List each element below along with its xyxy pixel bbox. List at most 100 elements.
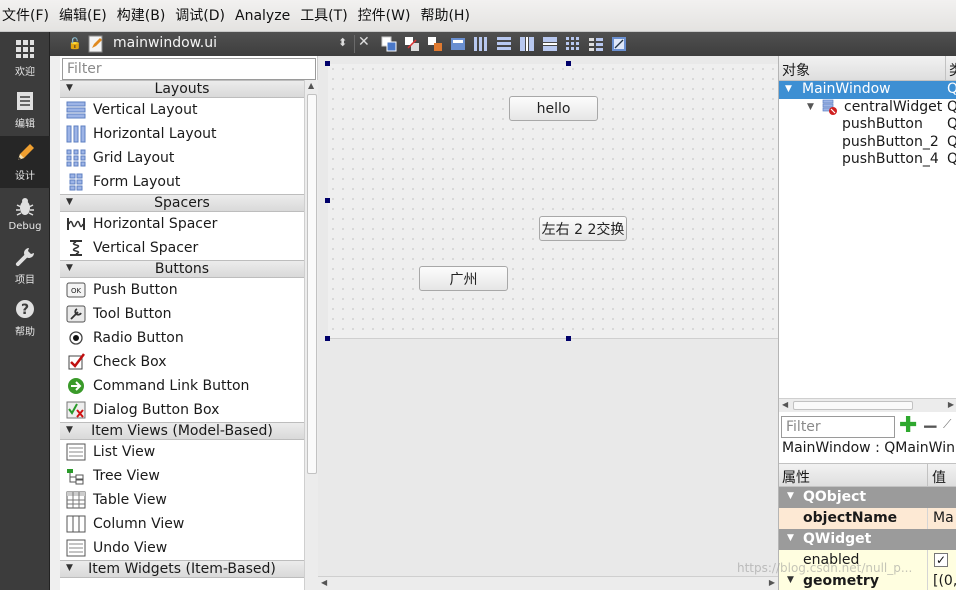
layout-form-icon[interactable] [587,35,605,53]
layout-vertical-icon[interactable] [495,35,513,53]
objectname-value[interactable]: Ma [933,510,954,526]
layout-splitter-h-icon[interactable] [518,35,536,53]
property-editor: ✚ − ⟋ MainWindow : QMainWin... 属性 值 ▼ QO… [778,414,956,590]
form-button-guangzhou[interactable]: 广州 [419,266,508,291]
widget-tree-view[interactable]: Tree View [60,464,304,488]
geometry-value[interactable]: [(0, [933,573,956,589]
layout-splitter-v-icon[interactable] [541,35,559,53]
form-button-swap[interactable]: 左右 2 2交换 [539,216,627,241]
add-dynamic-property-icon[interactable]: ✚ [899,414,919,438]
widget-check-box[interactable]: Check Box [60,350,304,374]
widget-undo-view[interactable]: Undo View [60,536,304,560]
edit-buddies-icon[interactable] [426,35,444,53]
resize-handle[interactable] [566,336,571,341]
property-filter-input[interactable] [781,416,895,438]
document-title[interactable]: mainwindow.ui [113,35,217,51]
edit-signals-icon[interactable] [403,35,421,53]
menu-file[interactable]: 文件(F) [0,0,57,32]
widget-column-view[interactable]: Column View [60,512,304,536]
widget-table-view[interactable]: Table View [60,488,304,512]
edit-widgets-icon[interactable] [380,35,398,53]
menu-widgets[interactable]: 控件(W) [356,0,419,32]
widget-grid-layout[interactable]: Grid Layout [60,146,304,170]
scrollbar-thumb[interactable] [793,401,913,410]
widget-radio-button[interactable]: Radio Button [60,326,304,350]
collapse-arrow-icon[interactable]: ▼ [787,533,794,543]
widget-vertical-layout[interactable]: Vertical Layout [60,98,304,122]
column-property[interactable]: 属性 [782,467,810,487]
category-buttons[interactable]: ▼ Buttons [60,260,304,278]
property-row-enabled[interactable]: enabled ✓ [779,550,956,571]
form-canvas[interactable]: hello 左右 2 2交换 广州 [325,61,779,341]
collapse-arrow-icon: ▼ [66,425,73,435]
edit-tab-order-icon[interactable] [449,35,467,53]
adjust-size-icon[interactable] [610,35,628,53]
form-button-hello[interactable]: hello [509,96,598,121]
widget-filter-input[interactable] [62,58,316,80]
mode-design[interactable]: 设计 [0,136,50,188]
category-item-widgets[interactable]: ▼ Item Widgets (Item-Based) [60,560,304,578]
widget-push-button[interactable]: OK Push Button [60,278,304,302]
widget-dialog-button-box[interactable]: Dialog Button Box [60,398,304,422]
scroll-up-icon[interactable]: ▲ [308,81,314,90]
resize-handle[interactable] [325,336,330,341]
menu-debug[interactable]: 调试(D) [173,0,233,32]
menu-tools[interactable]: 工具(T) [298,0,355,32]
enabled-checkbox[interactable]: ✓ [934,553,948,567]
widget-list-view[interactable]: List View [60,440,304,464]
configure-icon[interactable]: ⟋ [943,417,951,432]
editor-horizontal-scrollbar[interactable]: ◀ ▶ [318,576,778,590]
scroll-left-icon[interactable]: ◀ [782,400,788,409]
category-spacers[interactable]: ▼ Spacers [60,194,304,212]
layout-horizontal-icon[interactable] [472,35,490,53]
close-icon[interactable]: ✕ [358,34,370,50]
check-box-icon [65,352,87,372]
collapse-arrow-icon[interactable]: ▼ [787,491,794,501]
resize-handle[interactable] [566,61,571,66]
mode-help[interactable]: ? 帮助 [0,292,50,344]
tree-row-mainwindow[interactable]: ▼ MainWindow Q [779,81,956,99]
mode-debug[interactable]: Debug [0,188,50,240]
widget-horizontal-layout[interactable]: Horizontal Layout [60,122,304,146]
scrollbar-thumb[interactable] [307,94,317,474]
resize-handle[interactable] [325,198,330,203]
category-layouts[interactable]: ▼ Layouts [60,80,304,98]
resize-handle[interactable] [325,61,330,66]
expand-arrow-icon[interactable]: ▼ [785,81,792,98]
property-row-geometry[interactable]: ▼ geometry [(0, [779,571,956,590]
menu-build[interactable]: 构建(B) [115,0,174,32]
scroll-left-icon[interactable]: ◀ [321,578,327,587]
property-row-objectname[interactable]: objectName Ma [779,508,956,529]
column-object[interactable]: 对象 [782,60,810,80]
tree-row-pushbutton-4[interactable]: pushButton_4 Q [779,151,956,169]
widget-tool-button[interactable]: Tool Button [60,302,304,326]
column-value[interactable]: 值 [932,467,946,487]
tree-row-pushbutton-2[interactable]: pushButton_2 Q [779,134,956,152]
remove-dynamic-property-icon[interactable]: − [922,414,939,438]
expand-arrow-icon[interactable]: ▼ [787,575,794,585]
layout-grid-icon[interactable] [564,35,582,53]
widget-box-scrollbar[interactable]: ▲ [304,80,318,590]
category-item-views[interactable]: ▼ Item Views (Model-Based) [60,422,304,440]
mode-welcome[interactable]: 欢迎 [0,32,50,84]
ok-button-icon: OK [65,280,87,300]
scroll-right-icon[interactable]: ▶ [948,400,954,409]
updown-arrows-icon[interactable]: ⬍ [338,36,347,49]
property-group-qobject[interactable]: ▼ QObject [779,487,956,508]
column-class[interactable]: 类 [949,60,956,80]
menu-analyze[interactable]: Analyze [233,0,298,32]
mode-projects[interactable]: 项目 [0,240,50,292]
widget-command-link-button[interactable]: Command Link Button [60,374,304,398]
tree-row-pushbutton[interactable]: pushButton Q [779,116,956,134]
scroll-right-icon[interactable]: ▶ [769,578,775,587]
mode-edit[interactable]: 编辑 [0,84,50,136]
property-group-qwidget[interactable]: ▼ QWidget [779,529,956,550]
menu-edit[interactable]: 编辑(E) [57,0,115,32]
widget-horizontal-spacer[interactable]: Horizontal Spacer [60,212,304,236]
widget-vertical-spacer[interactable]: Vertical Spacer [60,236,304,260]
inspector-horizontal-scrollbar[interactable]: ◀ ▶ [779,398,956,412]
expand-arrow-icon[interactable]: ▼ [807,99,814,116]
menu-help[interactable]: 帮助(H) [418,0,477,32]
widget-form-layout[interactable]: Form Layout [60,170,304,194]
tree-row-centralwidget[interactable]: ▼ centralWidget Q [779,99,956,117]
